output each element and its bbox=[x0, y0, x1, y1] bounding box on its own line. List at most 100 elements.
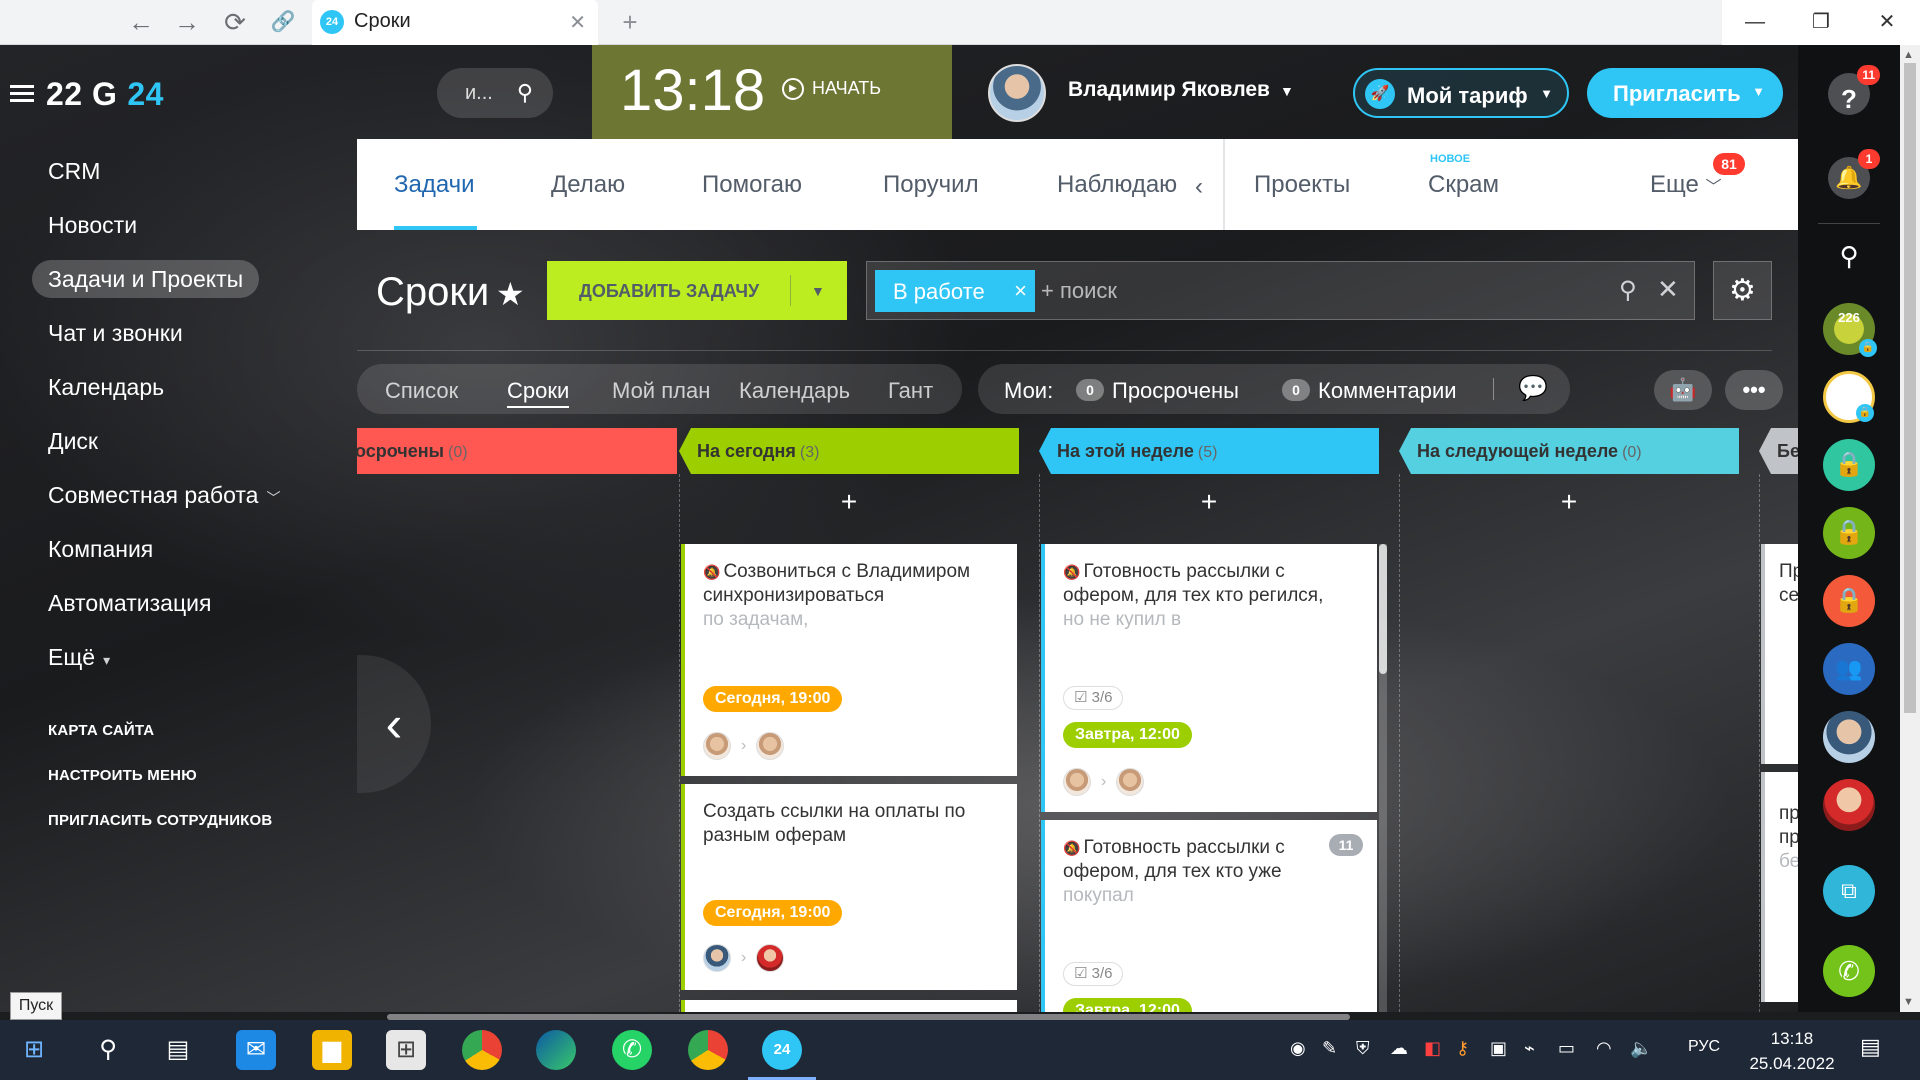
chrome-profile-icon[interactable] bbox=[688, 1030, 728, 1070]
invite-employees-link[interactable]: ПРИГЛАСИТЬ СОТРУДНИКОВ bbox=[48, 812, 272, 829]
tab-helping[interactable]: Помогаю bbox=[702, 171, 802, 199]
restore-icon[interactable]: ❐ bbox=[1788, 0, 1854, 45]
windows-start-icon[interactable]: ⊞ bbox=[14, 1030, 54, 1070]
satellite-tray-icon[interactable]: ⌁ bbox=[1524, 1038, 1535, 1059]
comments-badge[interactable]: 11 bbox=[1329, 834, 1363, 856]
task-view-icon[interactable]: ▤ bbox=[158, 1030, 198, 1070]
chat-avatar[interactable] bbox=[1823, 779, 1875, 831]
overdue-counter[interactable]: 0 bbox=[1076, 379, 1104, 401]
task-card[interactable] bbox=[681, 1000, 1017, 1012]
gear-icon[interactable]: ⚙ bbox=[1713, 261, 1772, 320]
scrollbar-thumb[interactable] bbox=[1904, 63, 1916, 713]
robot-icon[interactable]: 🤖 bbox=[1654, 370, 1712, 410]
sidebar-item-company[interactable]: Компания bbox=[32, 530, 169, 568]
pen-tray-icon[interactable]: ✎ bbox=[1322, 1038, 1337, 1059]
close-icon[interactable]: × bbox=[1014, 278, 1027, 304]
chevron-down-icon[interactable]: ▼ bbox=[811, 283, 825, 299]
view-gantt[interactable]: Гант bbox=[888, 378, 933, 404]
user-menu[interactable]: Владимир Яковлев ▼ bbox=[1068, 78, 1294, 102]
new-tab-button[interactable]: + bbox=[610, 5, 650, 41]
back-icon[interactable]: ← bbox=[122, 4, 160, 40]
view-list[interactable]: Список bbox=[385, 378, 458, 404]
search-icon[interactable]: ⚲ bbox=[517, 80, 533, 106]
reload-icon[interactable]: ⟳ bbox=[216, 4, 254, 40]
add-task-button[interactable]: ДОБАВИТЬ ЗАДАЧУ ▼ bbox=[547, 261, 847, 320]
view-my-plan[interactable]: Мой план bbox=[612, 378, 710, 404]
checklist-badge[interactable]: ☑ 3/6 bbox=[1063, 962, 1124, 986]
scroll-up-icon[interactable]: ▲ bbox=[1903, 49, 1914, 61]
sidebar-item-news[interactable]: Новости bbox=[32, 206, 153, 244]
tab-assigned[interactable]: Поручил bbox=[883, 171, 979, 199]
star-icon[interactable]: ★ bbox=[496, 275, 525, 313]
add-task-plus-icon[interactable]: + bbox=[679, 486, 1019, 518]
sidebar-item-collab[interactable]: Совместная работа ﹀ bbox=[32, 476, 296, 514]
edge-icon[interactable] bbox=[536, 1030, 576, 1070]
task-card[interactable]: Пр се bbox=[1761, 544, 1798, 764]
sidebar-item-disk[interactable]: Диск bbox=[32, 422, 114, 460]
filter-chip[interactable]: В работе × bbox=[875, 270, 1035, 312]
lock-icon[interactable]: 🔒 bbox=[1823, 575, 1875, 627]
start-workday-button[interactable]: ▶ НАЧАТЬ bbox=[782, 78, 881, 101]
wifi-icon[interactable]: ◠ bbox=[1596, 1038, 1612, 1059]
volume-icon[interactable]: 🔈 bbox=[1630, 1038, 1652, 1059]
lock-icon[interactable]: 🔒 bbox=[1823, 507, 1875, 559]
chat-avatar[interactable] bbox=[1823, 711, 1875, 763]
sidebar-item-automation[interactable]: Автоматизация bbox=[32, 584, 227, 622]
avatar[interactable] bbox=[1063, 768, 1091, 796]
avatar[interactable] bbox=[1116, 768, 1145, 796]
monitor-tray-icon[interactable]: ▣ bbox=[1490, 1038, 1507, 1059]
search-icon[interactable]: ⚲ bbox=[1823, 230, 1875, 282]
avatar[interactable] bbox=[756, 732, 785, 760]
folder-icon[interactable]: ▆ bbox=[312, 1030, 352, 1070]
add-task-plus-icon[interactable]: + bbox=[1399, 486, 1739, 518]
avatar[interactable] bbox=[988, 64, 1046, 122]
invite-button[interactable]: Пригласить ▼ bbox=[1587, 68, 1783, 118]
sidebar-item-more[interactable]: Ещё ▾ bbox=[32, 638, 126, 676]
lock-icon[interactable]: 🔒 bbox=[1823, 439, 1875, 491]
column-scrollbar[interactable] bbox=[1379, 544, 1387, 1012]
my-tariff-button[interactable]: 🚀 Мой тариф ▼ bbox=[1353, 68, 1569, 118]
configure-menu-link[interactable]: НАСТРОИТЬ МЕНЮ bbox=[48, 767, 272, 784]
window-close-icon[interactable]: ✕ bbox=[1854, 0, 1920, 45]
task-card[interactable]: Создать ссылки на оплаты по разным офера… bbox=[681, 784, 1017, 990]
workday-timer[interactable]: 13:18 ▶ НАЧАТЬ bbox=[592, 45, 952, 139]
bell-icon[interactable]: 🔔 1 bbox=[1828, 149, 1880, 199]
checklist-badge[interactable]: ☑ 3/6 bbox=[1063, 686, 1124, 710]
task-card[interactable]: пр пр бе bbox=[1761, 772, 1798, 1002]
chrome-icon[interactable] bbox=[462, 1030, 502, 1070]
view-calendar[interactable]: Календарь bbox=[739, 378, 850, 404]
comments-label[interactable]: Комментарии bbox=[1318, 378, 1457, 404]
link-icon[interactable]: 🔗 bbox=[264, 4, 302, 40]
shield-tray-icon[interactable]: ⛨ bbox=[1356, 1038, 1370, 1059]
mail-icon[interactable]: ✉ bbox=[236, 1030, 276, 1070]
tab-more[interactable]: Еще ﹀ bbox=[1650, 171, 1722, 199]
scrollbar-thumb[interactable] bbox=[1379, 544, 1387, 674]
language-indicator[interactable]: РУС bbox=[1688, 1038, 1720, 1056]
sidebar-item-calendar[interactable]: Календарь bbox=[32, 368, 180, 406]
sidebar-item-crm[interactable]: CRM bbox=[32, 152, 116, 190]
deadline-badge[interactable]: Завтра, 12:00 bbox=[1063, 722, 1192, 748]
page-scrollbar[interactable]: ▲ ▼ bbox=[1900, 45, 1920, 1012]
comments-counter[interactable]: 0 bbox=[1282, 379, 1310, 401]
tray-clock[interactable]: 13:18 25.04.2022 bbox=[1742, 1026, 1842, 1076]
scroll-down-icon[interactable]: ▼ bbox=[1903, 996, 1914, 1008]
task-card[interactable]: 🔕 Готовность рассылки с офером, для тех к… bbox=[1041, 544, 1377, 812]
battery-icon[interactable]: ▭ bbox=[1558, 1038, 1575, 1059]
tab-tasks[interactable]: Задачи bbox=[394, 171, 475, 199]
browser-tab[interactable]: 24 Сроки ✕ bbox=[312, 0, 598, 45]
group-chat-icon[interactable]: 👥 bbox=[1823, 643, 1875, 695]
notification-center-icon[interactable]: ▤ bbox=[1860, 1034, 1881, 1060]
help-icon[interactable]: ? 11 bbox=[1828, 65, 1880, 115]
close-icon[interactable]: ✕ bbox=[569, 10, 586, 35]
tab-doing[interactable]: Делаю bbox=[551, 171, 625, 199]
overdue-label[interactable]: Просрочены bbox=[1112, 378, 1239, 404]
chat-avatar[interactable]: 226 🔒 bbox=[1823, 303, 1877, 357]
cloud-tray-icon[interactable]: ☁ bbox=[1390, 1038, 1408, 1059]
bitrix-app-icon[interactable]: 24 bbox=[762, 1030, 802, 1070]
chat-read-icon[interactable]: 💬 bbox=[1518, 374, 1548, 403]
chat-avatar[interactable]: 🔒 bbox=[1823, 371, 1875, 423]
avatar[interactable] bbox=[756, 944, 785, 972]
sidebar-item-tasks[interactable]: Задачи и Проекты bbox=[32, 260, 260, 298]
whatsapp-icon[interactable]: ✆ bbox=[612, 1030, 652, 1070]
header-search-input[interactable]: и... ⚲ bbox=[437, 68, 553, 118]
